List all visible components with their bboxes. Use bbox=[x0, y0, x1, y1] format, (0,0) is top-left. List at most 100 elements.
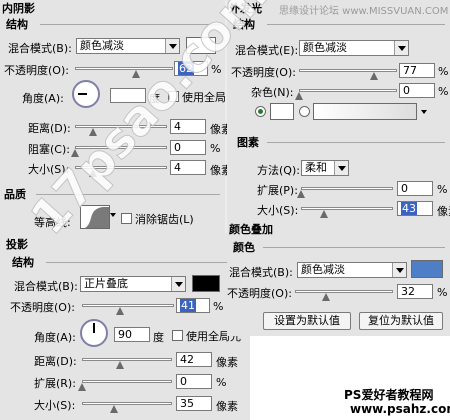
technique-label: 方法(Q): bbox=[257, 164, 300, 177]
drop-shadow-color-swatch[interactable] bbox=[192, 275, 220, 292]
opacity-input[interactable]: 41 bbox=[176, 298, 210, 313]
gradient-radio[interactable] bbox=[299, 106, 310, 117]
drop-shadow-structure-heading: 结构 bbox=[12, 256, 34, 269]
distance-slider-thumb[interactable] bbox=[115, 361, 124, 369]
quality-title: 品质 bbox=[4, 188, 26, 201]
opacity-label: 不透明度(O): bbox=[231, 66, 296, 79]
opacity-slider-track[interactable] bbox=[82, 304, 174, 307]
glow-color-swatch[interactable] bbox=[270, 103, 294, 120]
angle-label: 角度(A): bbox=[34, 331, 76, 344]
blend-mode-label: 混合模式(E): bbox=[235, 44, 299, 57]
inner-shadow-title: 内阴影 bbox=[2, 2, 35, 15]
blend-mode-label: 混合模式(B): bbox=[14, 280, 78, 293]
distance-label: 距离(D): bbox=[28, 122, 71, 135]
chevron-down-icon bbox=[334, 161, 348, 175]
noise-slider-thumb[interactable] bbox=[295, 92, 303, 100]
spread-input[interactable]: 0 bbox=[397, 181, 433, 196]
size-slider-thumb[interactable] bbox=[320, 210, 328, 218]
blend-mode-select[interactable]: 颜色减淡 bbox=[299, 40, 409, 56]
spread-slider-thumb[interactable] bbox=[78, 383, 86, 391]
spread-input[interactable]: 0 bbox=[176, 374, 212, 389]
blend-mode-value: 颜色减淡 bbox=[303, 41, 347, 54]
spread-label: 扩展(P): bbox=[257, 184, 298, 197]
spread-slider-track[interactable] bbox=[301, 187, 393, 190]
radio-dot bbox=[258, 109, 263, 114]
distance-input[interactable]: 42 bbox=[176, 352, 212, 367]
blend-mode-select[interactable]: 正片叠底 bbox=[80, 276, 186, 292]
size-slider-thumb[interactable] bbox=[109, 405, 118, 413]
technique-select[interactable]: 柔和 bbox=[301, 160, 349, 176]
opacity-label: 不透明度(O): bbox=[227, 287, 292, 300]
choke-label: 阻塞(C): bbox=[28, 143, 70, 156]
chevron-down-icon bbox=[394, 41, 408, 55]
size-label: 大小(S): bbox=[257, 204, 299, 217]
angle-input[interactable]: 90 bbox=[114, 327, 150, 342]
size-unit: 像素 bbox=[437, 205, 450, 218]
elements-title: 图素 bbox=[237, 136, 259, 149]
distance-label: 距离(D): bbox=[34, 355, 77, 368]
inner-shadow-structure-heading: 结构 bbox=[6, 18, 28, 31]
watermark-bottom-right-line2: www.psahz.com bbox=[350, 402, 450, 416]
reset-default-button[interactable]: 复位为默认值 bbox=[359, 312, 443, 330]
spread-slider-track[interactable] bbox=[82, 380, 172, 383]
distance-input[interactable]: 4 bbox=[170, 119, 206, 134]
blend-mode-value: 正片叠底 bbox=[84, 277, 128, 290]
noise-unit: % bbox=[438, 85, 449, 98]
distance-slider-track[interactable] bbox=[82, 358, 172, 361]
use-global-light-checkbox[interactable] bbox=[172, 330, 183, 341]
size-unit: 像素 bbox=[216, 400, 238, 413]
color-overlay-title: 颜色叠加 bbox=[229, 223, 273, 236]
noise-label: 杂色(N): bbox=[251, 86, 294, 99]
antialias-checkbox[interactable] bbox=[121, 213, 132, 224]
blend-mode-label: 混合模式(B): bbox=[8, 42, 72, 55]
size-input[interactable]: 35 bbox=[176, 396, 212, 411]
noise-input[interactable]: 0 bbox=[399, 83, 435, 98]
size-input[interactable]: 43 bbox=[397, 201, 433, 216]
angle-dial[interactable] bbox=[72, 80, 100, 108]
gradient-dropdown-arrow-icon[interactable] bbox=[421, 110, 427, 114]
opacity-label: 不透明度(O): bbox=[10, 301, 75, 314]
opacity-input[interactable]: 77 bbox=[399, 63, 435, 78]
contour-dropdown-arrow-icon[interactable] bbox=[110, 213, 116, 217]
choke-input[interactable]: 0 bbox=[170, 140, 206, 155]
drop-shadow-title: 投影 bbox=[6, 238, 28, 251]
blend-mode-value: 颜色减淡 bbox=[301, 263, 345, 276]
opacity-slider-track[interactable] bbox=[299, 69, 397, 72]
opacity-unit: % bbox=[437, 286, 448, 299]
size-label: 大小(S): bbox=[34, 399, 76, 412]
glow-gradient-picker[interactable] bbox=[313, 103, 417, 120]
divider bbox=[263, 247, 445, 248]
divider bbox=[46, 262, 246, 263]
watermark-top-right: 思缘设计论坛 www.MISSVUAN.COM bbox=[279, 6, 449, 17]
angle-dial[interactable] bbox=[80, 319, 108, 347]
solid-color-radio[interactable] bbox=[255, 106, 266, 117]
opacity-slider-thumb[interactable] bbox=[115, 307, 124, 315]
size-slider-track[interactable] bbox=[82, 402, 172, 405]
spread-slider-thumb[interactable] bbox=[297, 190, 305, 198]
chevron-down-icon bbox=[171, 277, 185, 291]
color-overlay-panel: 颜色叠加 颜色 混合模式(B): 颜色减淡 不透明度(O): 32 % 设置为默… bbox=[227, 218, 450, 336]
spread-unit: % bbox=[437, 183, 448, 196]
size-slider-track[interactable] bbox=[301, 207, 393, 210]
blend-mode-select[interactable]: 颜色减淡 bbox=[297, 262, 407, 278]
divider bbox=[267, 142, 445, 143]
drop-shadow-panel: 投影 结构 混合模式(B): 正片叠底 不透明度(O): 41 % 角度(A):… bbox=[0, 233, 250, 420]
elements-panel: 图素 方法(Q): 柔和 扩展(P): 0 % 大小(S): 43 像素 bbox=[227, 130, 450, 218]
distance-unit: 像素 bbox=[216, 356, 238, 369]
opacity-slider-thumb[interactable] bbox=[322, 293, 331, 301]
blend-mode-label: 混合模式(B): bbox=[229, 266, 293, 279]
set-default-button[interactable]: 设置为默认值 bbox=[263, 312, 351, 330]
noise-slider-track[interactable] bbox=[299, 89, 397, 92]
opacity-input[interactable]: 32 bbox=[397, 284, 433, 299]
spread-label: 扩展(R): bbox=[34, 377, 76, 390]
angle-label: 角度(A): bbox=[22, 92, 64, 105]
opacity-unit: % bbox=[213, 300, 224, 313]
chevron-down-icon bbox=[392, 263, 406, 277]
divider bbox=[267, 24, 445, 25]
overlay-color-swatch[interactable] bbox=[411, 260, 443, 278]
angle-dial-needle bbox=[93, 323, 95, 333]
opacity-slider-thumb[interactable] bbox=[370, 72, 379, 80]
spread-unit: % bbox=[216, 376, 227, 389]
opacity-slider-track[interactable] bbox=[295, 290, 393, 293]
size-input[interactable]: 4 bbox=[170, 160, 206, 175]
